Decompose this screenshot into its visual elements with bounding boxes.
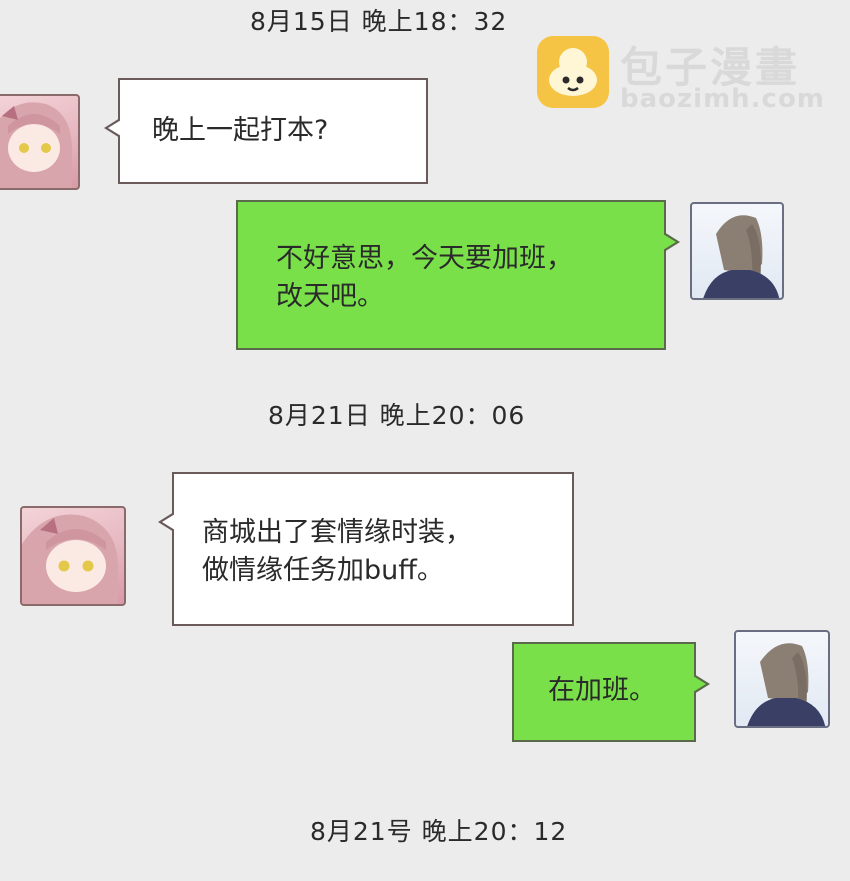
boy-avatar-icon (747, 643, 826, 726)
boy-avatar-icon (703, 215, 780, 298)
message-text: 商城出了套情缘时装， (202, 517, 472, 548)
message-text: 做情缘任务加buff。 (202, 555, 444, 586)
timestamp: 8月21日 晚上20：06 (268, 401, 526, 430)
message-text: 改天吧。 (276, 281, 384, 312)
bun-logo-icon (537, 36, 609, 108)
avatar[interactable] (0, 94, 80, 190)
avatar[interactable] (20, 506, 126, 606)
girl-avatar-icon (0, 102, 73, 188)
message-bubble-incoming[interactable]: 晚上一起打本? (104, 78, 428, 184)
watermark-url: baozimh.com (620, 84, 825, 114)
message-bubble-outgoing[interactable]: 不好意思，今天要加班， 改天吧。 (236, 200, 680, 350)
avatar[interactable] (734, 630, 830, 728)
timestamp: 8月15日 晚上18：32 (250, 7, 508, 36)
girl-avatar-icon (22, 514, 119, 604)
message-bubble-outgoing[interactable]: 在加班。 (512, 642, 710, 742)
message-bubble-incoming[interactable]: 商城出了套情缘时装， 做情缘任务加buff。 (158, 472, 574, 626)
message-text: 晚上一起打本? (152, 115, 329, 146)
message-text: 在加班。 (548, 675, 656, 706)
message-text: 不好意思，今天要加班， (276, 243, 573, 274)
timestamp: 8月21号 晚上20：12 (310, 817, 568, 846)
avatar[interactable] (690, 202, 784, 300)
